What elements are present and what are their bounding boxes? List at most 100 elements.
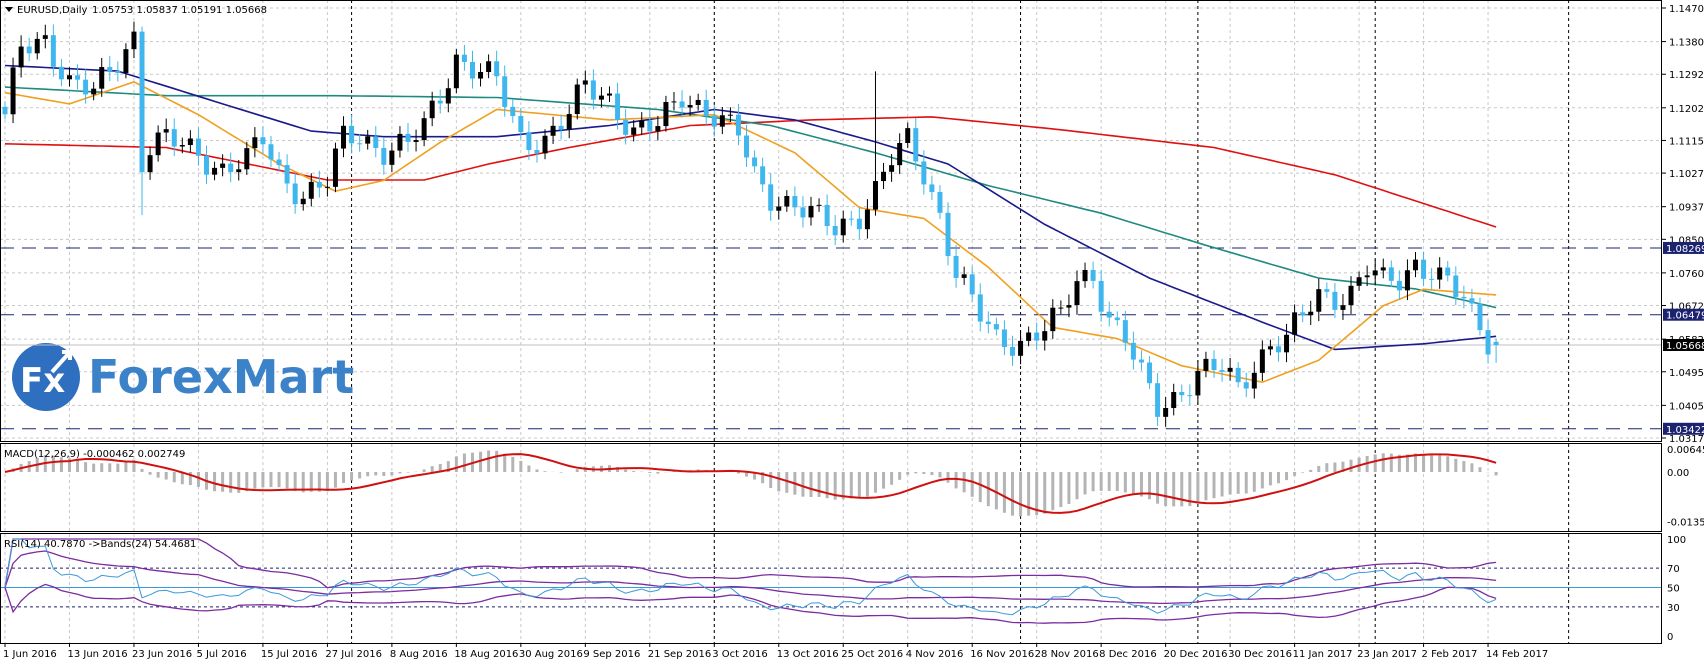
candle-bullish xyxy=(1018,340,1024,356)
candle-bullish xyxy=(445,88,451,104)
candle-bullish xyxy=(566,114,572,130)
candle-bullish xyxy=(607,93,612,96)
candle-bearish xyxy=(945,212,951,256)
ohlc-values: 1.05753 1.05837 1.05191 1.05668 xyxy=(92,5,267,16)
price-tick-label: 1.14700 xyxy=(1669,4,1704,15)
candle-bullish xyxy=(341,125,347,149)
candle-bearish xyxy=(856,218,862,230)
candle-bullish xyxy=(478,72,484,79)
candle-bullish xyxy=(1380,267,1386,271)
candle-bullish xyxy=(163,129,169,133)
logo-mark: Fx xyxy=(20,361,65,401)
candle-bullish xyxy=(34,38,40,54)
candle-bearish xyxy=(623,119,629,135)
candle-bearish xyxy=(373,136,379,148)
candle-bearish xyxy=(534,150,540,154)
candle-bearish xyxy=(800,207,806,218)
candle-bearish xyxy=(58,66,64,80)
candle-bullish xyxy=(99,67,105,89)
price-tick-label: 1.04050 xyxy=(1669,401,1704,412)
price-tick-label: 1.13800 xyxy=(1669,38,1704,49)
candle-bullish xyxy=(1082,269,1088,282)
level-price-label: 1.03422 xyxy=(1666,425,1704,436)
candle-bullish xyxy=(961,274,967,278)
eurusd-chart[interactable]: Fx ForexMart 1.14700 1.13800 1.12925 1.1202… xyxy=(0,0,1704,664)
candle-bullish xyxy=(332,148,338,187)
candle-bearish xyxy=(526,132,532,151)
candle-bearish xyxy=(1187,395,1193,397)
candle-bearish xyxy=(1090,269,1096,281)
candle-bearish xyxy=(744,135,750,158)
candle-bearish xyxy=(1485,330,1491,355)
candle-bearish xyxy=(1179,392,1185,396)
candle-bearish xyxy=(913,128,919,162)
candle-bearish xyxy=(316,181,322,188)
macd-signal-line xyxy=(4,453,1497,514)
candle-bearish xyxy=(752,157,758,167)
candle-bearish xyxy=(195,138,201,156)
date-label: 27 Jul 2016 xyxy=(325,649,382,660)
candle-bullish xyxy=(1195,370,1201,396)
candle-bullish xyxy=(252,137,258,149)
candle-bearish xyxy=(735,114,741,136)
candle-bullish xyxy=(397,133,403,151)
candle-bullish xyxy=(598,95,604,100)
candle-bullish xyxy=(1356,277,1362,286)
date-label: 8 Dec 2016 xyxy=(1099,649,1157,660)
price-tick-label: 1.09375 xyxy=(1669,203,1704,214)
candle-bullish xyxy=(155,132,161,156)
candle-bearish xyxy=(2,106,8,115)
candle-bullish xyxy=(1058,307,1064,309)
candle-bullish xyxy=(864,209,870,230)
candle-bearish xyxy=(558,125,564,130)
candle-bullish xyxy=(220,163,226,168)
date-label: 5 Jul 2016 xyxy=(196,649,246,660)
candle-bearish xyxy=(292,183,298,205)
candle-bullish xyxy=(421,118,427,141)
rsi-tick-label: 50 xyxy=(1667,584,1680,595)
date-label: 16 Nov 2016 xyxy=(970,649,1034,660)
candle-bearish xyxy=(768,184,774,211)
candle-bearish xyxy=(115,70,121,73)
candle-bullish xyxy=(889,165,895,172)
candle-bullish xyxy=(1074,281,1080,306)
candle-bullish xyxy=(1026,332,1032,341)
price-tick-label: 1.07600 xyxy=(1669,269,1704,280)
candle-bearish xyxy=(1106,311,1112,318)
candle-bullish xyxy=(1267,346,1273,350)
candle-bearish xyxy=(228,163,234,173)
candle-bullish xyxy=(300,198,306,205)
macd-panel-border xyxy=(0,443,1662,532)
candle-bearish xyxy=(349,125,355,144)
candle-bullish xyxy=(808,205,814,218)
candle-bullish xyxy=(1227,367,1233,372)
candle-bearish xyxy=(711,115,717,127)
candle-bearish xyxy=(171,129,177,147)
candle-bearish xyxy=(953,255,959,278)
candle-bearish xyxy=(848,218,854,220)
macd-tick-label: -0.01352 xyxy=(1667,517,1704,528)
candle-bearish xyxy=(615,93,621,120)
candle-bearish xyxy=(510,106,516,116)
candle-bearish xyxy=(969,274,975,295)
candle-bullish xyxy=(840,218,846,236)
candle-bullish xyxy=(131,31,137,50)
candle-bullish xyxy=(784,196,790,207)
macd-tick-label: 0.00 xyxy=(1667,468,1689,479)
price-tick-label: 1.12025 xyxy=(1669,104,1704,115)
collapse-triangle-icon[interactable] xyxy=(5,7,13,12)
forexmart-watermark: Fx ForexMart xyxy=(12,343,354,411)
candle-bullish xyxy=(542,135,548,154)
candle-bullish xyxy=(655,126,661,132)
candle-bearish xyxy=(1300,312,1306,316)
candle-bearish xyxy=(204,155,209,175)
current-price-label: 1.05668 xyxy=(1666,341,1704,352)
candle-bullish xyxy=(1163,408,1169,417)
candle-bullish xyxy=(1348,285,1354,306)
date-label: 23 Jun 2016 xyxy=(132,649,192,660)
candle-bearish xyxy=(1235,367,1241,383)
date-label: 13 Jun 2016 xyxy=(67,649,127,660)
rsi-band-lower xyxy=(4,583,1497,624)
candle-bullish xyxy=(816,204,822,206)
candle-bearish xyxy=(357,143,363,145)
